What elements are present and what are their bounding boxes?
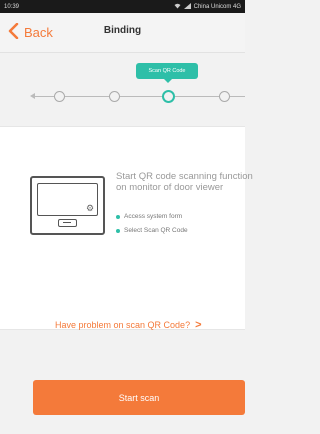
bullet-item: Select Scan QR Code bbox=[116, 227, 188, 234]
instruction-card: ⚙ Start QR code scanning function on mon… bbox=[0, 126, 253, 331]
step-indicator: Scan QR Code bbox=[0, 53, 245, 126]
status-time: 10:39 bbox=[4, 3, 20, 10]
step-dot-3-active bbox=[162, 90, 175, 103]
status-bar: 10:39 China Unicom 4G bbox=[0, 0, 245, 13]
status-right: China Unicom 4G bbox=[174, 2, 241, 11]
step-dot-4 bbox=[219, 91, 230, 102]
step-line bbox=[120, 96, 163, 97]
bullet-item: Access system form bbox=[116, 213, 182, 220]
scan-help-label: Have problem on scan QR Code? bbox=[55, 320, 191, 330]
page-title: Binding bbox=[103, 25, 142, 36]
monitor-illustration: ⚙ bbox=[30, 176, 105, 235]
current-step-label: Scan QR Code bbox=[136, 63, 198, 83]
nav-bar: Back Binding bbox=[0, 13, 245, 53]
bullet-dot bbox=[116, 214, 120, 219]
instruction-text: Start QR code scanning function on monit… bbox=[116, 171, 253, 193]
bullet-dot bbox=[116, 228, 120, 233]
bullet-label: Select Scan QR Code bbox=[124, 227, 188, 234]
gear-icon: ⚙ bbox=[86, 203, 95, 213]
monitor-button bbox=[58, 219, 77, 227]
step-line bbox=[230, 96, 245, 97]
signal-icon bbox=[183, 2, 191, 11]
start-scan-button[interactable]: Start scan bbox=[33, 380, 245, 415]
status-carrier: China Unicom 4G bbox=[193, 3, 241, 10]
step-line bbox=[65, 96, 109, 97]
step-dot-1 bbox=[54, 91, 65, 102]
bullet-label: Access system form bbox=[124, 213, 183, 220]
step-line bbox=[34, 96, 54, 97]
step-dot-2 bbox=[109, 91, 120, 102]
step-line bbox=[175, 96, 219, 97]
wifi-icon bbox=[174, 3, 181, 11]
bottom-area: Start scan bbox=[0, 330, 245, 434]
